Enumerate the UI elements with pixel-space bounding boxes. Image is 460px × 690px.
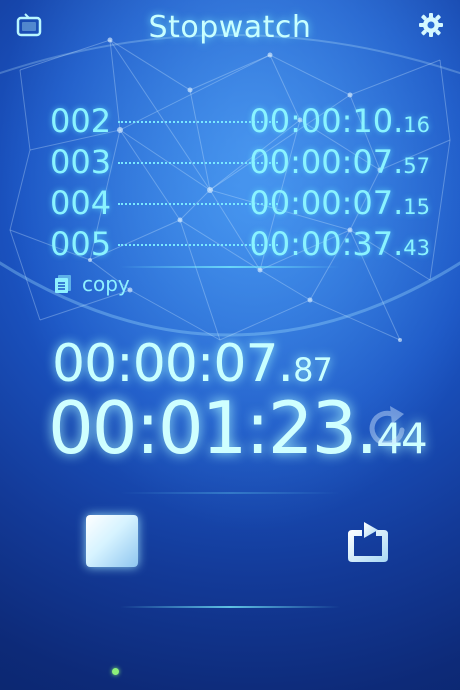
- lap-time: 00:00:10.16: [249, 102, 430, 140]
- reset-button[interactable]: [360, 400, 416, 456]
- lap-list-divider: [120, 266, 340, 268]
- lap-list: 002 00:00:10.16 003 00:00:07.57 004 00:0…: [50, 100, 430, 264]
- current-lap-time: 00:00:07.87: [52, 334, 333, 394]
- reset-icon: [369, 406, 405, 446]
- lap-time: 00:00:37.43: [249, 225, 430, 263]
- lap-row: 002 00:00:10.16: [50, 100, 430, 141]
- lap-number: 002: [50, 102, 112, 140]
- controls-top-divider: [120, 492, 340, 494]
- header-bar: Stopwatch: [0, 0, 460, 62]
- document-copy-icon: [55, 275, 71, 293]
- copy-button[interactable]: copy: [54, 272, 130, 296]
- lap-row: 005 00:00:37.43: [50, 223, 430, 264]
- gear-icon[interactable]: [416, 10, 446, 40]
- lap-time: 00:00:07.15: [249, 184, 430, 222]
- lap-number: 005: [50, 225, 112, 263]
- lap-row: 003 00:00:07.57: [50, 141, 430, 182]
- controls-bottom-divider: [120, 606, 340, 608]
- stop-button[interactable]: [86, 515, 138, 567]
- lap-icon: [348, 522, 388, 562]
- lap-button[interactable]: [340, 514, 396, 570]
- lap-number: 003: [50, 143, 112, 181]
- lap-row: 004 00:00:07.15: [50, 182, 430, 223]
- copy-label: copy: [82, 272, 130, 296]
- lap-number: 004: [50, 184, 112, 222]
- app-title: Stopwatch: [148, 10, 312, 45]
- status-indicator-dot: [112, 668, 119, 675]
- lap-time: 00:00:07.57: [249, 143, 430, 181]
